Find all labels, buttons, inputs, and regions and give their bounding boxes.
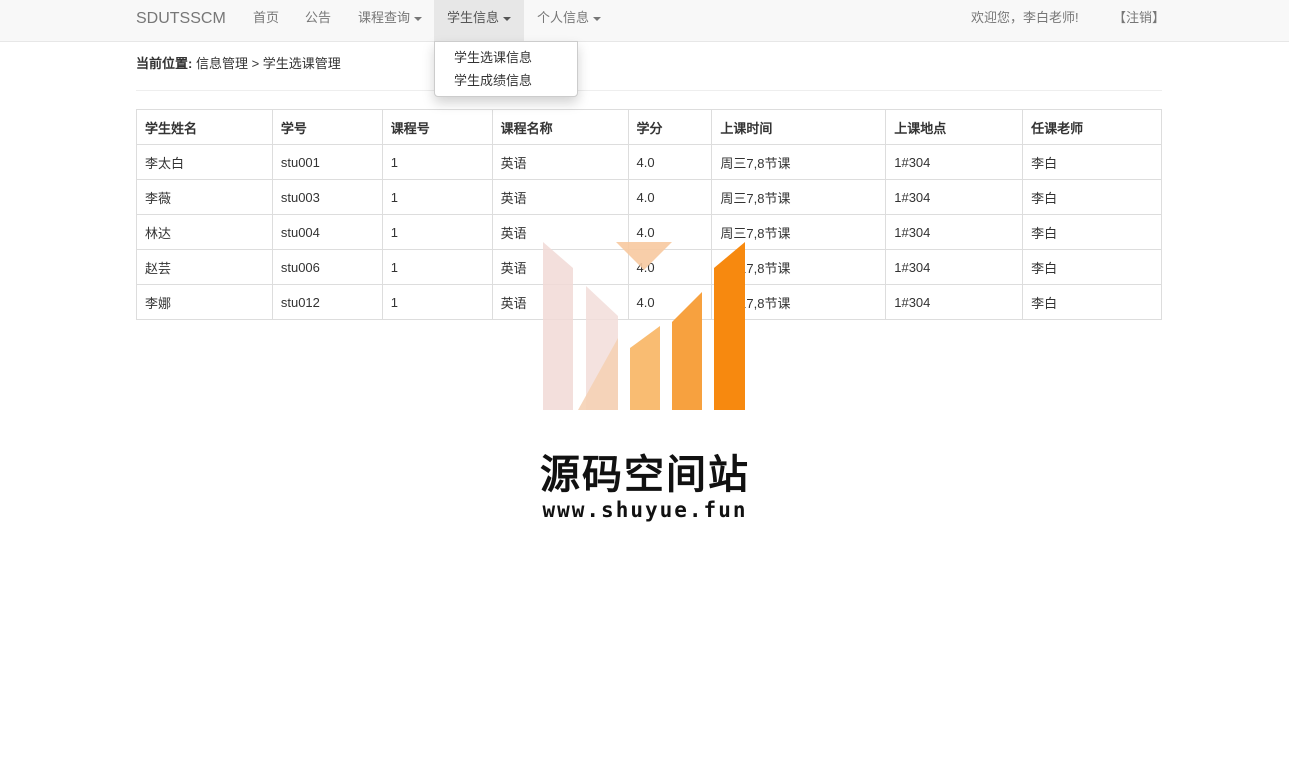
breadcrumb-label: 当前位置:: [136, 56, 193, 71]
cell-class-time: 周三7,8节课: [711, 214, 887, 250]
divider: [136, 90, 1162, 91]
cell-teacher: 李白: [1022, 284, 1162, 320]
cell-teacher: 李白: [1022, 214, 1162, 250]
nav-personal-info-label: 个人信息: [537, 10, 590, 25]
top-navbar: SDUTSSCM 首页 公告 课程查询 学生信息 个人信息 欢迎您，李白老师! …: [0, 0, 1289, 42]
nav-student-info-label: 学生信息: [447, 10, 500, 25]
cell-student-name: 李娜: [136, 284, 273, 320]
cell-student-id: stu012: [271, 284, 383, 320]
cell-course-id: 1: [381, 144, 493, 180]
student-info-dropdown: 学生选课信息 学生成绩信息: [434, 41, 578, 97]
nav-student-info[interactable]: 学生信息: [434, 0, 525, 41]
cell-credit: 4.0: [627, 284, 713, 320]
cell-student-name: 赵芸: [136, 249, 273, 285]
cell-location: 1#304: [885, 284, 1024, 320]
nav-notice-label: 公告: [305, 10, 332, 25]
header-teacher: 任课老师: [1022, 109, 1162, 145]
cell-course-name: 英语: [491, 284, 629, 320]
header-student-name: 学生姓名: [136, 109, 273, 145]
welcome-text: 欢迎您，李白老师!: [971, 10, 1079, 25]
cell-credit: 4.0: [627, 214, 713, 250]
cell-course-name: 英语: [491, 214, 629, 250]
nav-course-query-label: 课程查询: [358, 10, 411, 25]
cell-location: 1#304: [885, 179, 1024, 215]
table-row: 李太白 stu001 1 英语 4.0 周三7,8节课 1#304 李白: [136, 144, 1162, 180]
cell-class-time: 周三7,8节课: [711, 144, 887, 180]
nav-personal-info[interactable]: 个人信息: [524, 0, 614, 41]
dropdown-item-course-selection[interactable]: 学生选课信息: [435, 46, 577, 69]
cell-course-id: 1: [381, 214, 493, 250]
header-student-id: 学号: [271, 109, 383, 145]
header-credit: 学分: [627, 109, 713, 145]
brand-logo[interactable]: SDUTSSCM: [136, 0, 226, 41]
nav-home-label: 首页: [253, 10, 280, 25]
cell-student-name: 李薇: [136, 179, 273, 215]
cell-course-id: 1: [381, 179, 493, 215]
watermark-url: www.shuyue.fun: [542, 498, 748, 522]
cell-credit: 4.0: [627, 249, 713, 285]
cell-teacher: 李白: [1022, 249, 1162, 285]
cell-class-time: 周三7,8节课: [711, 179, 887, 215]
cell-class-time: 周三7,8节课: [711, 284, 887, 320]
table-row: 林达 stu004 1 英语 4.0 周三7,8节课 1#304 李白: [136, 214, 1162, 250]
table-row: 李薇 stu003 1 英语 4.0 周三7,8节课 1#304 李白: [136, 179, 1162, 215]
cell-credit: 4.0: [627, 179, 713, 215]
cell-student-id: stu003: [271, 179, 383, 215]
cell-student-name: 李太白: [136, 144, 273, 180]
table-header-row: 学生姓名 学号 课程号 课程名称 学分 上课时间 上课地点 任课老师: [136, 109, 1162, 145]
breadcrumb-path: 信息管理 > 学生选课管理: [195, 56, 341, 71]
watermark-title: 源码空间站: [540, 452, 750, 498]
cell-student-name: 林达: [136, 214, 273, 250]
header-course-name: 课程名称: [491, 109, 629, 145]
cell-teacher: 李白: [1022, 144, 1162, 180]
cell-location: 1#304: [885, 214, 1024, 250]
cell-course-name: 英语: [491, 179, 629, 215]
cell-course-name: 英语: [491, 144, 629, 180]
caret-down-icon: [593, 16, 602, 21]
nav-course-query[interactable]: 课程查询: [345, 0, 435, 41]
cell-location: 1#304: [885, 249, 1024, 285]
cell-student-id: stu001: [271, 144, 383, 180]
course-selection-table: 学生姓名 学号 课程号 课程名称 学分 上课时间 上课地点 任课老师 李太白 s…: [136, 109, 1162, 320]
cell-course-name: 英语: [491, 249, 629, 285]
caret-down-icon: [414, 16, 423, 21]
cell-credit: 4.0: [627, 144, 713, 180]
cell-student-id: stu004: [271, 214, 383, 250]
cell-course-id: 1: [381, 249, 493, 285]
cell-course-id: 1: [381, 284, 493, 320]
table-row: 赵芸 stu006 1 英语 4.0 周三7,8节课 1#304 李白: [136, 249, 1162, 285]
cell-location: 1#304: [885, 144, 1024, 180]
cell-class-time: 周三7,8节课: [711, 249, 887, 285]
header-course-id: 课程号: [381, 109, 493, 145]
table-row: 李娜 stu012 1 英语 4.0 周三7,8节课 1#304 李白: [136, 284, 1162, 320]
logout-link[interactable]: 【注销】: [1113, 0, 1165, 36]
breadcrumb: 当前位置: 信息管理 > 学生选课管理: [136, 55, 341, 73]
cell-student-id: stu006: [271, 249, 383, 285]
header-location: 上课地点: [885, 109, 1024, 145]
cell-teacher: 李白: [1022, 179, 1162, 215]
nav-notice[interactable]: 公告: [292, 0, 344, 41]
nav-home[interactable]: 首页: [240, 0, 292, 41]
header-class-time: 上课时间: [711, 109, 887, 145]
dropdown-item-grades[interactable]: 学生成绩信息: [435, 69, 577, 92]
caret-down-icon: [503, 16, 512, 21]
